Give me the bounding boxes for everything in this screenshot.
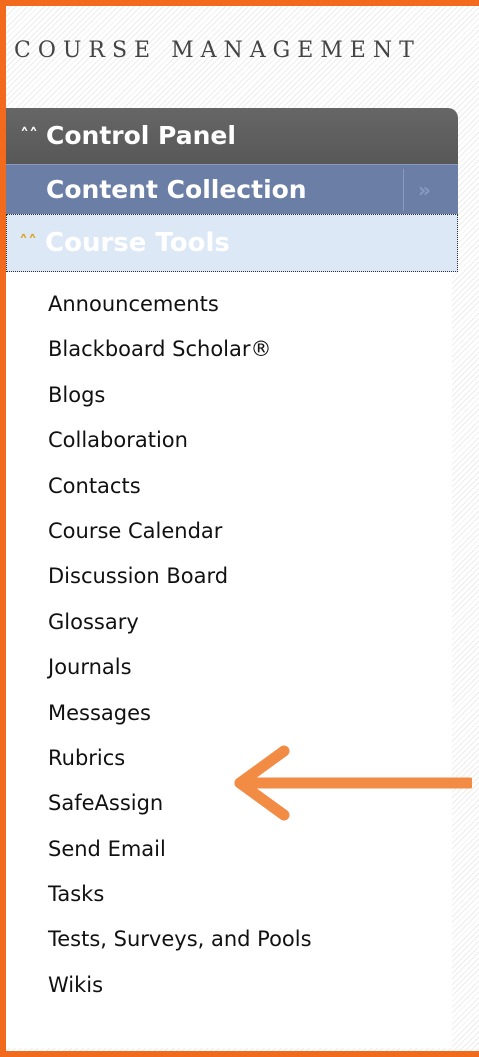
double-chevron-up-icon[interactable]: ˄˄	[19, 215, 37, 271]
course-tool-glossary[interactable]: Glossary	[6, 600, 452, 645]
double-chevron-up-icon[interactable]: ˄˄	[20, 108, 38, 164]
course-tool-journals[interactable]: Journals	[6, 645, 452, 690]
control-panel-header[interactable]: ˄˄ Control Panel	[6, 108, 458, 164]
course-tool-wikis[interactable]: Wikis	[6, 963, 452, 1008]
course-tools-list: Announcements Blackboard Scholar® Blogs …	[6, 272, 452, 1048]
course-tool-tasks[interactable]: Tasks	[6, 872, 452, 917]
content-collection-label: Content Collection	[46, 175, 307, 204]
control-panel: ˄˄ Control Panel Content Collection » ˄˄…	[6, 108, 458, 1048]
course-tool-contacts[interactable]: Contacts	[6, 464, 452, 509]
course-tool-discussion-board[interactable]: Discussion Board	[6, 554, 452, 599]
course-tools-label: Course Tools	[45, 228, 230, 258]
course-tool-tests-surveys-pools[interactable]: Tests, Surveys, and Pools	[6, 917, 452, 962]
course-tool-messages[interactable]: Messages	[6, 691, 452, 736]
course-tools-header[interactable]: ˄˄ Course Tools	[6, 214, 458, 272]
course-tool-send-email[interactable]: Send Email	[6, 827, 452, 872]
course-tool-course-calendar[interactable]: Course Calendar	[6, 509, 452, 554]
page-title: COURSE MANAGEMENT	[14, 38, 421, 63]
double-chevron-right-icon[interactable]: »	[418, 165, 431, 215]
course-tool-blackboard-scholar[interactable]: Blackboard Scholar®	[6, 327, 452, 372]
control-panel-label: Control Panel	[46, 121, 236, 150]
course-tool-collaboration[interactable]: Collaboration	[6, 418, 452, 463]
divider	[403, 169, 404, 211]
frame-border-bottom	[0, 1051, 479, 1057]
content-collection-item[interactable]: Content Collection »	[6, 164, 458, 214]
course-tool-blogs[interactable]: Blogs	[6, 373, 452, 418]
frame-border-top	[0, 0, 479, 6]
course-tool-announcements[interactable]: Announcements	[6, 282, 452, 327]
annotation-arrow-icon	[234, 745, 472, 821]
